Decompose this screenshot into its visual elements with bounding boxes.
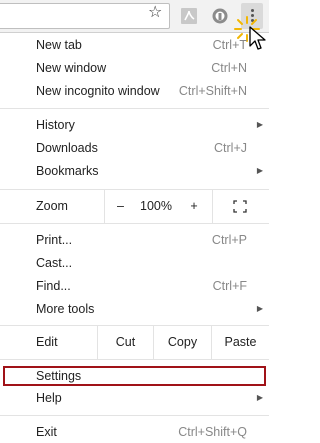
menu-item-more-tools[interactable]: More tools ▶ [0,298,269,320]
bookmark-star-icon[interactable]: ☆ [148,5,162,21]
shortcut-text: Ctrl+Shift+Q [178,425,247,439]
menu-item-label: Print... [36,233,73,247]
zoom-level-value: 100% [140,199,172,213]
menu-separator [0,223,269,224]
menu-item-label: More tools [36,302,95,316]
zoom-label: Zoom [36,199,68,213]
shortcut-text: Ctrl+Shift+N [178,84,247,98]
menu-item-new-incognito-window[interactable]: New incognito window Ctrl+Shift+N [0,80,269,102]
shortcut-text: Ctrl+P [211,233,247,247]
submenu-arrow-icon: ▶ [256,304,263,313]
submenu-arrow-icon: ▶ [256,166,263,175]
shortcut-text: Ctrl+F [212,279,247,293]
menu-item-label: New tab [36,38,82,52]
menu-item-label: Help [36,391,62,405]
submenu-arrow-icon: ▶ [256,393,263,402]
menu-item-print[interactable]: Print... Ctrl+P [0,229,269,251]
zoom-out-button[interactable]: – [104,190,136,223]
extension-icon[interactable] [211,7,229,25]
menu-item-exit[interactable]: Exit Ctrl+Shift+Q [0,421,269,443]
zoom-in-button[interactable]: + [176,190,212,223]
menu-item-new-tab[interactable]: New tab Ctrl+T [0,34,269,56]
browser-toolbar: ☆ [0,0,269,50]
menu-item-new-window[interactable]: New window Ctrl+N [0,57,269,79]
edit-label: Edit [36,335,58,349]
chrome-main-menu: New tab Ctrl+T New window Ctrl+N New inc… [0,33,269,442]
menu-item-help[interactable]: Help ▶ [0,387,269,409]
address-bar[interactable] [0,3,170,29]
fullscreen-button[interactable] [212,190,269,223]
edit-row: Edit Cut Copy Paste [0,326,269,359]
menu-item-label: New incognito window [36,84,160,98]
shortcut-text: Ctrl+J [214,141,247,155]
fullscreen-icon [233,200,247,213]
shortcut-text: Ctrl+N [211,61,247,75]
menu-item-find[interactable]: Find... Ctrl+F [0,275,269,297]
menu-item-history[interactable]: History ▶ [0,114,269,136]
pdf-extension-icon[interactable] [180,7,198,25]
menu-item-label: Bookmarks [36,164,99,178]
menu-item-label: Downloads [36,141,98,155]
menu-item-bookmarks[interactable]: Bookmarks ▶ [0,160,269,182]
menu-separator [0,108,269,109]
menu-separator [0,415,269,416]
zoom-row: Zoom – 100% + [0,190,269,223]
menu-item-label: Cast... [36,256,73,270]
menu-item-cast[interactable]: Cast... [0,252,269,274]
copy-button[interactable]: Copy [153,326,211,359]
menu-item-downloads[interactable]: Downloads Ctrl+J [0,137,269,159]
settings-highlight-box [3,366,266,386]
shortcut-text: Ctrl+T [212,38,247,52]
paste-button[interactable]: Paste [211,326,269,359]
cut-button[interactable]: Cut [97,326,153,359]
menu-separator [0,359,269,360]
menu-item-label: Exit [36,425,57,439]
submenu-arrow-icon: ▶ [256,120,263,129]
menu-item-label: New window [36,61,107,75]
menu-item-label: Find... [36,279,71,293]
menu-item-label: History [36,118,75,132]
